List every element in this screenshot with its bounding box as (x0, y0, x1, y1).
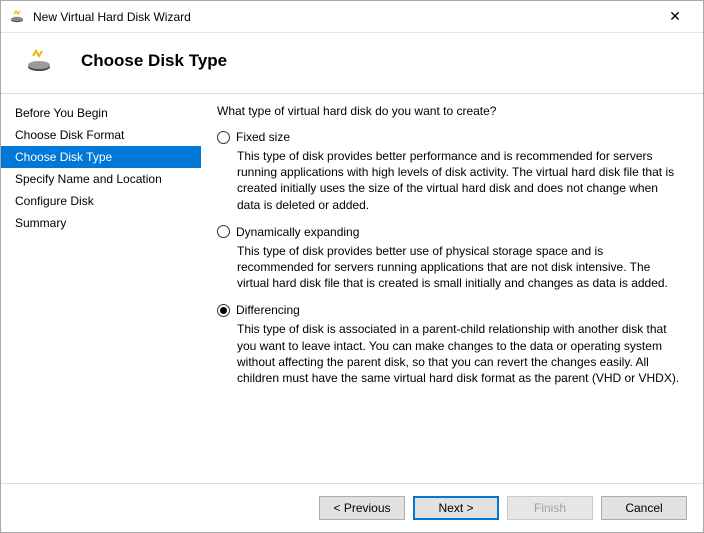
window-title: New Virtual Hard Disk Wizard (33, 10, 655, 24)
cancel-button[interactable]: Cancel (601, 496, 687, 520)
radio-option[interactable]: Fixed size (217, 130, 681, 144)
option-description: This type of disk is associated in a par… (237, 321, 681, 386)
wizard-header-icon (25, 47, 53, 75)
previous-button[interactable]: < Previous (319, 496, 405, 520)
disk-type-option: Fixed size This type of disk provides bet… (217, 130, 681, 213)
titlebar: New Virtual Hard Disk Wizard ✕ (1, 1, 703, 33)
disk-type-option: Differencing This type of disk is associa… (217, 303, 681, 386)
radio-label: Dynamically expanding (236, 225, 359, 239)
page-title: Choose Disk Type (81, 51, 227, 71)
wizard-body: Before You BeginChoose Disk FormatChoose… (1, 94, 703, 483)
sidebar-item[interactable]: Choose Disk Format (1, 124, 201, 146)
sidebar-item[interactable]: Configure Disk (1, 190, 201, 212)
option-description: This type of disk provides better use of… (237, 243, 681, 292)
sidebar-item[interactable]: Before You Begin (1, 102, 201, 124)
radio-icon (217, 225, 230, 238)
prompt-text: What type of virtual hard disk do you wa… (217, 104, 681, 118)
wizard-window: New Virtual Hard Disk Wizard ✕ Choose Di… (0, 0, 704, 533)
wizard-header: Choose Disk Type (1, 33, 703, 94)
sidebar-item[interactable]: Summary (1, 212, 201, 234)
radio-label: Fixed size (236, 130, 290, 144)
app-icon (9, 9, 25, 25)
radio-option[interactable]: Dynamically expanding (217, 225, 681, 239)
radio-icon (217, 131, 230, 144)
sidebar-item[interactable]: Choose Disk Type (1, 146, 201, 168)
radio-label: Differencing (236, 303, 300, 317)
sidebar: Before You BeginChoose Disk FormatChoose… (1, 94, 201, 483)
content-pane: What type of virtual hard disk do you wa… (201, 94, 703, 483)
disk-type-option: Dynamically expanding This type of disk p… (217, 225, 681, 292)
next-button[interactable]: Next > (413, 496, 499, 520)
radio-icon (217, 304, 230, 317)
sidebar-item[interactable]: Specify Name and Location (1, 168, 201, 190)
close-button[interactable]: ✕ (655, 1, 695, 32)
radio-option[interactable]: Differencing (217, 303, 681, 317)
finish-button[interactable]: Finish (507, 496, 593, 520)
option-description: This type of disk provides better perfor… (237, 148, 681, 213)
footer: < Previous Next > Finish Cancel (1, 483, 703, 532)
